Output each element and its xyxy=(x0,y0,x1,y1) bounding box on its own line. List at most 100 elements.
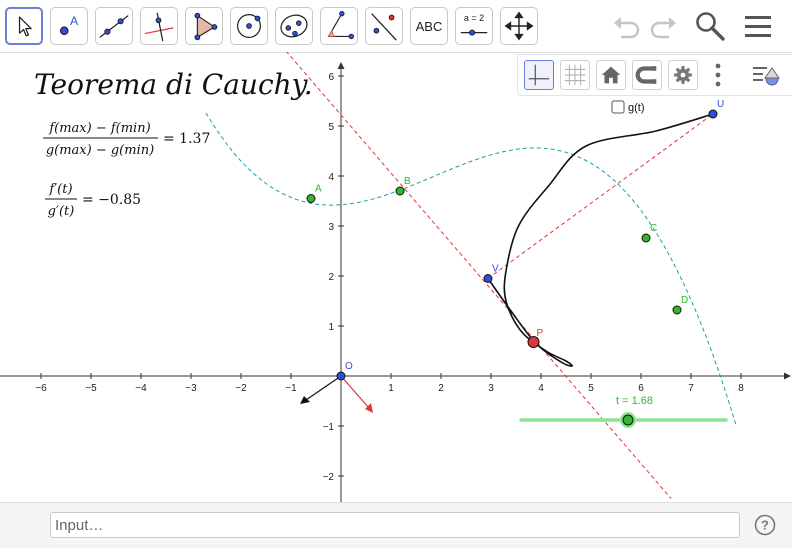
ellipse-tool-button[interactable] xyxy=(275,7,313,45)
point-C[interactable] xyxy=(641,233,651,243)
slider-tool-button[interactable]: a = 2 xyxy=(455,7,493,45)
angle-tool-button[interactable] xyxy=(320,7,358,45)
x-tick-label: −6 xyxy=(35,383,47,394)
reflect-tool-button[interactable] xyxy=(365,7,403,45)
checkbox-box[interactable] xyxy=(611,100,625,114)
x-tick-label: −4 xyxy=(135,383,147,394)
y-tick-label: 2 xyxy=(328,272,334,283)
point-label-B: B xyxy=(404,176,411,187)
y-tick-label: 4 xyxy=(328,172,334,183)
move-arrows-icon xyxy=(504,11,534,41)
point-tool-label: A xyxy=(70,14,79,28)
y-tick-label: 1 xyxy=(328,322,334,333)
point-D[interactable] xyxy=(672,305,682,315)
checkbox-label: g(t) xyxy=(628,102,645,114)
point-label-P: P xyxy=(537,328,544,339)
point-icon: A xyxy=(59,14,79,35)
grid-icon xyxy=(564,64,586,86)
point-U[interactable] xyxy=(708,109,718,119)
derivative-ratio-formula: f′(t) g′(t) = −0.85 xyxy=(45,182,141,219)
style-bar-toggle-icon[interactable] xyxy=(750,60,786,90)
y-tick-label: 6 xyxy=(328,72,334,83)
undo-icon[interactable] xyxy=(611,10,643,42)
y-tick-label: 5 xyxy=(328,122,334,133)
tangent-line[interactable] xyxy=(286,52,672,499)
menu-icon[interactable] xyxy=(742,10,774,42)
x-tick-label: 1 xyxy=(388,383,394,394)
x-tick-label: 2 xyxy=(438,383,444,394)
point-B[interactable] xyxy=(395,186,405,196)
graphics-canvas[interactable]: −6 −5 −4 −3 −2 −1 1 2 3 4 5 6 7 8 6 5 4 3 2 1 −1 −2 t = 1.68… xyxy=(0,52,792,502)
x-tick-label: 6 xyxy=(638,383,644,394)
circle-icon xyxy=(237,14,261,38)
point-label-C: C xyxy=(650,223,657,234)
line-icon xyxy=(99,15,129,38)
polygon-tool-button[interactable] xyxy=(185,7,223,45)
point-label-O: O xyxy=(345,361,353,372)
help-icon[interactable]: ? xyxy=(754,514,776,536)
circle-tool-button[interactable] xyxy=(230,7,268,45)
gear-icon xyxy=(674,66,692,84)
slider-handle[interactable] xyxy=(622,414,634,426)
svg-text:?: ? xyxy=(761,518,769,533)
point-tool-button[interactable]: A xyxy=(50,7,88,45)
x-tick-label: 7 xyxy=(688,383,694,394)
points: O A B C D U V P xyxy=(306,99,724,381)
perpendicular-line-tool-button[interactable] xyxy=(140,7,178,45)
move-graphics-tool-button[interactable] xyxy=(500,7,538,45)
cursor-arrow-icon xyxy=(18,16,32,37)
toggle-axes-button[interactable] xyxy=(524,60,554,90)
search-icon[interactable] xyxy=(694,10,726,42)
parametric-curve[interactable] xyxy=(487,113,714,367)
x-axis-arrow xyxy=(784,372,791,380)
point-O[interactable] xyxy=(336,371,346,381)
g-checkbox[interactable]: g(t) xyxy=(611,100,645,114)
slider-value-label: t = 1.68 xyxy=(616,395,653,407)
line-tool-button[interactable] xyxy=(95,7,133,45)
vector-arrowhead-black xyxy=(300,396,310,404)
standard-view-button[interactable] xyxy=(596,60,626,90)
formula2-numerator: f′(t) xyxy=(48,182,72,197)
ellipse-icon xyxy=(280,14,308,38)
reflect-icon xyxy=(371,13,397,41)
graphics-settings-button[interactable] xyxy=(668,60,698,90)
formula1-numerator: f(max) − f(min) xyxy=(48,121,150,136)
formula2-denominator: g′(t) xyxy=(48,204,75,219)
toggle-grid-button[interactable] xyxy=(560,60,590,90)
point-V[interactable] xyxy=(483,274,493,283)
text-tool-label: ABC xyxy=(415,18,443,34)
point-label-V: V xyxy=(492,264,499,275)
x-tick-label: 3 xyxy=(488,383,494,394)
point-label-A: A xyxy=(315,184,322,195)
x-tick-label: −1 xyxy=(285,383,297,394)
move-tool-button[interactable] xyxy=(5,7,43,45)
home-icon xyxy=(601,66,621,84)
formula2-result: = −0.85 xyxy=(82,192,141,208)
magnet-icon xyxy=(635,66,657,84)
formula1-result: = 1.37 xyxy=(163,131,210,147)
page-title: Teorema di Cauchy. xyxy=(34,68,313,101)
slider-icon xyxy=(460,29,488,36)
more-icon[interactable] xyxy=(710,60,726,90)
algebra-input[interactable] xyxy=(50,512,740,538)
x-tick-label: 8 xyxy=(738,383,744,394)
x-tick-label: −2 xyxy=(235,383,247,394)
t-slider[interactable]: t = 1.68 xyxy=(519,395,728,428)
input-bar: ? xyxy=(0,502,792,548)
x-tick-label: −5 xyxy=(85,383,97,394)
point-capturing-button[interactable] xyxy=(632,60,662,90)
graphics-style-bar xyxy=(517,54,792,96)
point-A[interactable] xyxy=(306,194,316,203)
text-tool-button[interactable]: ABC xyxy=(410,7,448,45)
y-axis-arrow xyxy=(337,62,345,69)
x-tick-label: 4 xyxy=(538,383,544,394)
point-label-U: U xyxy=(717,99,724,110)
y-tick-label: −1 xyxy=(323,422,335,433)
graphics-view[interactable]: −6 −5 −4 −3 −2 −1 1 2 3 4 5 6 7 8 6 5 4 3 2 1 −1 −2 t = 1.68… xyxy=(0,52,792,502)
redo-icon[interactable] xyxy=(647,10,679,42)
chord-uv[interactable] xyxy=(487,113,714,279)
function-curve[interactable] xyxy=(205,112,737,426)
perpendicular-line-icon xyxy=(144,12,174,42)
tangent-vector-black xyxy=(305,375,342,401)
formula1-denominator: g(max) − g(min) xyxy=(46,143,154,158)
